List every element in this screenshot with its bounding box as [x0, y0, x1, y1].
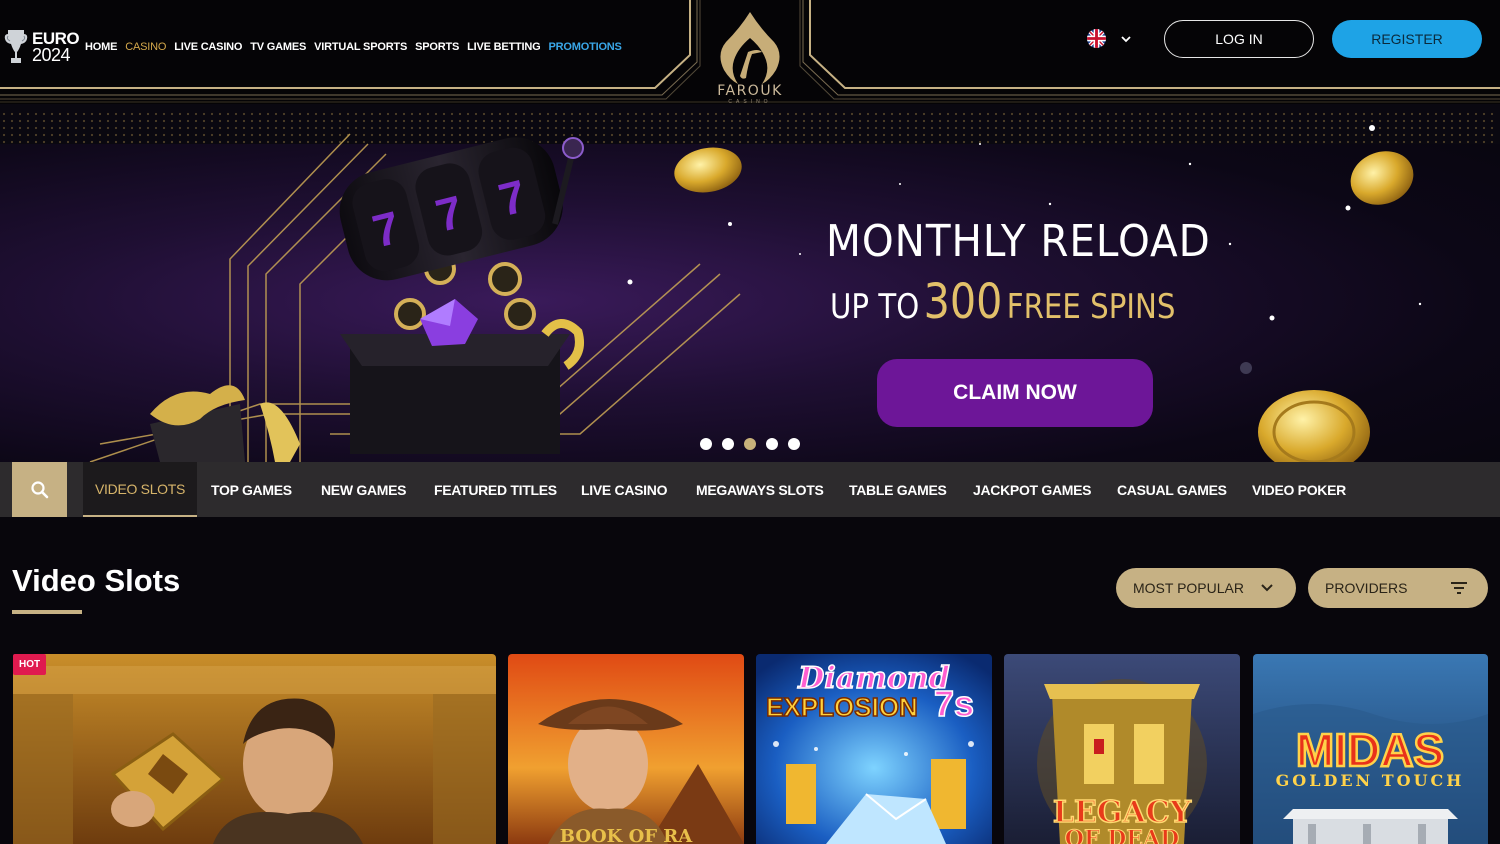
hero-banner[interactable]: 7 7 7 MONTHLY RELOAD UP TO 300 FREE SPIN… [0, 104, 1500, 462]
carousel-dot-2[interactable] [722, 438, 734, 450]
game-thumbnail-egypt-explorer [13, 654, 496, 844]
euro-2024-badge[interactable]: EURO 2024 [4, 28, 80, 66]
carousel-dot-1[interactable] [700, 438, 712, 450]
game-card-book-of-ra-deluxe[interactable] [13, 654, 496, 844]
hero-sub-number: 300 [923, 274, 1003, 330]
nav-link-promotions[interactable]: PROMOTIONS [549, 41, 622, 53]
category-tab-new-games[interactable]: NEW GAMES [321, 462, 407, 517]
filter-icon [1451, 582, 1467, 594]
register-button[interactable]: REGISTER [1332, 20, 1482, 58]
nav-link-live-betting[interactable]: LIVE BETTING [467, 41, 541, 53]
providers-label: PROVIDERS [1325, 580, 1408, 596]
hero-sub-suffix: FREE SPINS [1006, 287, 1176, 327]
trophy-icon [4, 30, 28, 63]
svg-text:EXPLOSION: EXPLOSION [766, 692, 918, 722]
game-card-diamond-explosion[interactable]: Diamond EXPLOSION 7s [756, 654, 992, 844]
nav-link-sports[interactable]: SPORTS [415, 41, 459, 53]
sort-dropdown[interactable]: MOST POPULAR [1116, 568, 1296, 608]
game-thumbnail-midas-golden-touch: MIDAS GOLDEN TOUCH [1253, 654, 1488, 844]
svg-text:Diamond: Diamond [797, 661, 949, 696]
hero-subtitle: UP TO 300 FREE SPINS [830, 274, 1175, 330]
carousel-dot-5[interactable] [788, 438, 800, 450]
svg-text:7s: 7s [934, 683, 974, 724]
game-card-midas-golden-touch[interactable]: MIDAS GOLDEN TOUCH [1253, 654, 1488, 844]
carousel-dot-3[interactable] [744, 438, 756, 450]
category-tab-jackpot-games[interactable]: JACKPOT GAMES [973, 462, 1092, 517]
chevron-down-icon [1261, 584, 1273, 592]
game-thumbnail-diamond-explosion: Diamond EXPLOSION 7s [756, 654, 992, 844]
search-icon [30, 480, 48, 498]
site-header: EURO 2024 HOME CASINO LIVE CASINO TV GAMES V… [0, 0, 1500, 105]
uk-flag-icon [1087, 29, 1106, 48]
hero-title: MONTHLY RELOAD [826, 216, 1211, 267]
category-tab-featured-titles[interactable]: FEATURED TITLES [434, 462, 557, 517]
providers-filter[interactable]: PROVIDERS [1308, 568, 1488, 608]
chevron-down-icon [1121, 35, 1131, 42]
hero-sub-prefix: UP TO [830, 287, 920, 327]
hot-badge: HOT [13, 654, 47, 675]
game-card-book-of-ra[interactable]: BOOK OF RA [508, 654, 744, 844]
category-tab-video-slots[interactable]: VIDEO SLOTS [83, 462, 198, 517]
carousel-dots [700, 438, 800, 450]
category-tab-table-games[interactable]: TABLE GAMES [849, 462, 947, 517]
nav-link-virtual-sports[interactable]: VIRTUAL SPORTS [314, 41, 407, 53]
game-title-book-of-ra: BOOK OF RA [560, 826, 694, 844]
category-tab-video-poker[interactable]: VIDEO POKER [1252, 462, 1346, 517]
game-card-legacy-of-dead[interactable]: LEGACY OF DEAD [1004, 654, 1240, 844]
category-bar: VIDEO SLOTS TOP GAMES NEW GAMES FEATURED TI… [0, 462, 1500, 517]
svg-text:OF DEAD: OF DEAD [1065, 826, 1179, 844]
game-thumbnail-legacy-of-dead: LEGACY OF DEAD [1004, 654, 1240, 844]
language-selector[interactable] [1087, 29, 1132, 48]
euro-year: 2024 [32, 45, 71, 65]
nav-link-live-casino[interactable]: LIVE CASINO [174, 41, 242, 53]
title-underline [12, 610, 82, 614]
nav-link-home[interactable]: HOME [85, 41, 117, 53]
game-title-midas: MIDAS [1296, 724, 1444, 776]
section-title: Video Slots [12, 563, 181, 598]
category-tab-live-casino[interactable]: LIVE CASINO [581, 462, 667, 517]
svg-text:LEGACY: LEGACY [1053, 795, 1192, 830]
nav-link-tv-games[interactable]: TV GAMES [250, 41, 306, 53]
slot-machine-illustration: 7 7 7 [0, 104, 1500, 462]
game-thumbnail-book-of-ra: BOOK OF RA [508, 654, 744, 844]
nav-link-casino[interactable]: CASINO [125, 41, 166, 53]
game-search-button[interactable] [12, 462, 67, 517]
claim-now-button[interactable]: CLAIM NOW [877, 359, 1153, 427]
login-button[interactable]: LOG IN [1164, 20, 1314, 58]
game-subtitle-midas: GOLDEN TOUCH [1276, 771, 1465, 790]
logo-name: FAROUK [717, 83, 783, 99]
category-tab-megaways-slots[interactable]: MEGAWAYS SLOTS [696, 462, 824, 517]
category-tab-top-games[interactable]: TOP GAMES [211, 462, 292, 517]
sort-label: MOST POPULAR [1133, 580, 1244, 596]
main-nav: HOME CASINO LIVE CASINO TV GAMES VIRTUAL SPO… [85, 41, 622, 53]
category-tab-casual-games[interactable]: CASUAL GAMES [1117, 462, 1227, 517]
carousel-dot-4[interactable] [766, 438, 778, 450]
